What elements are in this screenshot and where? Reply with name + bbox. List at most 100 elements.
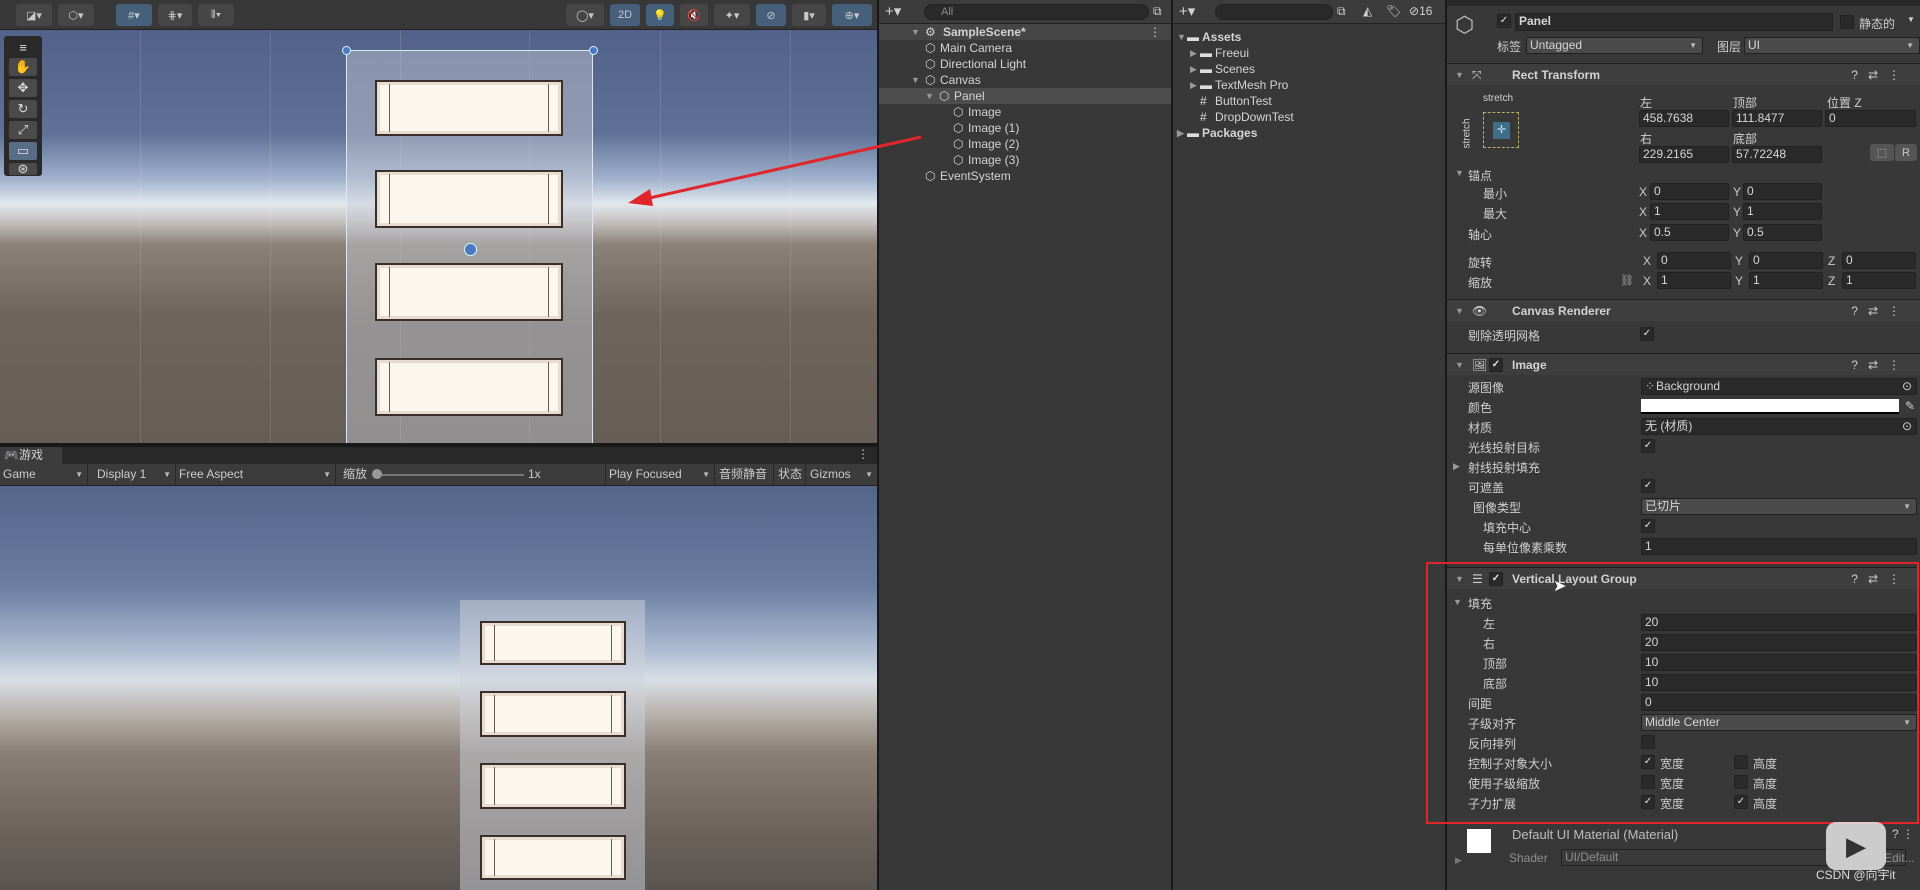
collapse-arrow-icon[interactable]: ▶ bbox=[1190, 45, 1197, 61]
object-field[interactable]: 无 (材质) ⊙ bbox=[1641, 418, 1917, 435]
hierarchy-item[interactable]: ⬡ Image bbox=[879, 104, 1171, 120]
lighting-icon[interactable]: 💡 bbox=[646, 4, 674, 26]
collapse-arrow-icon[interactable]: ▼ bbox=[1455, 354, 1464, 376]
project-item[interactable]: ▼ ▬ Assets bbox=[1173, 29, 1445, 45]
display-dropdown[interactable]: Display 1 bbox=[94, 464, 176, 485]
color-field[interactable] bbox=[1641, 399, 1899, 414]
object-picker-icon[interactable]: ⊙ bbox=[1902, 419, 1912, 434]
mute-audio-button[interactable]: 音频静音 bbox=[716, 464, 774, 485]
eyedropper-icon[interactable]: ✎ bbox=[1905, 399, 1915, 413]
value-checkbox[interactable]: ✓ bbox=[1641, 519, 1655, 533]
hidden-packages-button[interactable]: ⊘16 bbox=[1409, 4, 1432, 18]
filter-by-type-icon[interactable]: ◭ bbox=[1363, 4, 1372, 18]
hierarchy-item[interactable]: ▼ ⬡ Canvas bbox=[879, 72, 1171, 88]
search-filter-icon[interactable]: ⧉ bbox=[1337, 4, 1346, 19]
project-item[interactable]: ▶ ▬ Scenes bbox=[1173, 61, 1445, 77]
cull-transparent-checkbox[interactable]: ✓ bbox=[1640, 327, 1654, 341]
shader-edit-button[interactable]: Edit... bbox=[1884, 851, 1915, 865]
expand-arrow-icon[interactable]: ▼ bbox=[925, 88, 934, 104]
anchors-fold-icon[interactable]: ▼ bbox=[1455, 168, 1464, 178]
help-icon[interactable]: ? bbox=[1851, 358, 1868, 372]
value-checkbox[interactable]: ✓ bbox=[1641, 479, 1655, 493]
component-menu-icon[interactable]: ⋮ bbox=[1888, 358, 1910, 372]
play-mode-dropdown[interactable]: Play Focused bbox=[605, 464, 715, 485]
draw-mode-icon[interactable]: ◪▾ bbox=[16, 4, 52, 26]
active-checkbox[interactable]: ✓ bbox=[1497, 14, 1511, 28]
scene-row[interactable]: ▼ ⚙ SampleScene* ⋮ bbox=[879, 24, 1171, 40]
material-menu-icon[interactable]: ? ⋮ bbox=[1892, 827, 1914, 841]
gizmos-icon[interactable]: ⊕▾ bbox=[832, 4, 872, 26]
image-slot[interactable] bbox=[375, 80, 563, 136]
right-input[interactable]: 229.2165 bbox=[1639, 146, 1729, 163]
x-input[interactable]: 0 bbox=[1650, 183, 1729, 200]
scene-menu-icon[interactable]: ⋮ bbox=[1149, 24, 1161, 40]
object-field[interactable]: ⁘ Background ⊙ bbox=[1641, 378, 1917, 395]
add-icon[interactable]: +▾ bbox=[885, 2, 901, 20]
blueprint-mode-button[interactable]: ⬚ bbox=[1870, 144, 1894, 161]
game-mode-dropdown[interactable]: Game bbox=[0, 464, 88, 485]
search-filter-icon[interactable]: ⧉ bbox=[1153, 4, 1162, 19]
foldout-arrow-icon[interactable]: ▶ bbox=[1453, 461, 1460, 472]
x-input[interactable]: 1 bbox=[1650, 203, 1729, 220]
y-input[interactable]: 0.5 bbox=[1743, 224, 1822, 241]
tab-game[interactable]: 🎮游戏 bbox=[0, 447, 62, 464]
y-input[interactable]: 0 bbox=[1743, 183, 1822, 200]
label-icon[interactable]: 🏷 bbox=[1386, 4, 1401, 18]
camera-icon[interactable]: ▮▾ bbox=[792, 4, 826, 26]
anchor-preset-button[interactable]: ✛ bbox=[1483, 112, 1519, 148]
y-input[interactable]: 1 bbox=[1749, 272, 1823, 289]
image-header[interactable]: ▼ 🖼 ✓ Image ?⇄⋮ bbox=[1447, 353, 1920, 375]
more-icon[interactable]: ⋮ bbox=[857, 447, 869, 461]
value-dropdown[interactable]: 已切片 bbox=[1641, 498, 1917, 515]
left-input[interactable]: 458.7638 bbox=[1639, 110, 1729, 127]
component-menu-icon[interactable]: ⋮ bbox=[1888, 68, 1910, 82]
preset-icon[interactable]: ⇄ bbox=[1868, 304, 1888, 318]
effects-icon[interactable]: ✦▾ bbox=[714, 4, 750, 26]
y-input[interactable]: 0 bbox=[1749, 252, 1823, 269]
gizmos-dropdown[interactable]: Gizmos bbox=[807, 464, 877, 485]
rect-handle[interactable] bbox=[342, 46, 351, 55]
value-checkbox[interactable]: ✓ bbox=[1641, 439, 1655, 453]
object-picker-icon[interactable]: ⊙ bbox=[1902, 379, 1912, 394]
pivot-handle[interactable] bbox=[464, 243, 477, 256]
hand-tool-icon[interactable]: ✋ bbox=[9, 58, 37, 76]
preset-icon[interactable]: ⇄ bbox=[1868, 68, 1888, 82]
expand-arrow-icon[interactable]: ▼ bbox=[911, 72, 920, 88]
project-item[interactable]: # ButtonTest bbox=[1173, 93, 1445, 109]
material-fold-icon[interactable]: ▶ bbox=[1455, 855, 1462, 866]
preset-icon[interactable]: ⇄ bbox=[1868, 358, 1888, 372]
hierarchy-item[interactable]: ⬡ Image (1) bbox=[879, 120, 1171, 136]
expand-arrow-icon[interactable]: ▼ bbox=[911, 24, 920, 40]
collapse-arrow-icon[interactable]: ▼ bbox=[1455, 64, 1464, 86]
y-input[interactable]: 1 bbox=[1743, 203, 1822, 220]
collapse-arrow-icon[interactable]: ▶ bbox=[1190, 77, 1197, 93]
hierarchy-item[interactable]: ⬡ Image (3) bbox=[879, 152, 1171, 168]
scene-visibility-icon[interactable]: ⊘ bbox=[756, 4, 786, 26]
hierarchy-search-input[interactable]: All bbox=[924, 4, 1149, 20]
scene-canvas[interactable] bbox=[0, 30, 877, 443]
z-input[interactable]: 1 bbox=[1842, 272, 1916, 289]
help-icon[interactable]: ? bbox=[1851, 304, 1868, 318]
image-enabled-checkbox[interactable]: ✓ bbox=[1489, 358, 1503, 372]
posz-input[interactable]: 0 bbox=[1825, 110, 1916, 127]
layer-dropdown[interactable]: UI bbox=[1744, 37, 1920, 54]
hierarchy-item[interactable]: ⬡ EventSystem bbox=[879, 168, 1171, 184]
orientation-gizmo-icon[interactable]: ◯▾ bbox=[566, 4, 604, 26]
collapse-arrow-icon[interactable]: ▶ bbox=[1190, 61, 1197, 77]
shading-cube-icon[interactable]: ⬡▾ bbox=[58, 4, 94, 26]
transform-tool-icon[interactable]: ⊛ bbox=[9, 162, 37, 175]
collapse-arrow-icon[interactable]: ▼ bbox=[1455, 300, 1464, 322]
value-input[interactable]: 1 bbox=[1641, 538, 1917, 555]
static-checkbox[interactable] bbox=[1840, 15, 1854, 29]
tag-dropdown[interactable]: Untagged bbox=[1526, 37, 1703, 54]
top-input[interactable]: 111.8477 bbox=[1732, 110, 1822, 127]
image-slot[interactable] bbox=[375, 170, 563, 228]
hierarchy-item[interactable]: ⬡ Main Camera bbox=[879, 40, 1171, 56]
bottom-input[interactable]: 57.72248 bbox=[1732, 146, 1822, 163]
hierarchy-item[interactable]: ⬡ Image (2) bbox=[879, 136, 1171, 152]
project-item[interactable]: # DropDownTest bbox=[1173, 109, 1445, 125]
stats-button[interactable]: 状态 bbox=[775, 464, 806, 485]
hierarchy-item[interactable]: ⬡ Directional Light bbox=[879, 56, 1171, 72]
static-dropdown-icon[interactable]: ▼ bbox=[1907, 15, 1915, 24]
expand-arrow-icon[interactable]: ▼ bbox=[1177, 29, 1186, 45]
